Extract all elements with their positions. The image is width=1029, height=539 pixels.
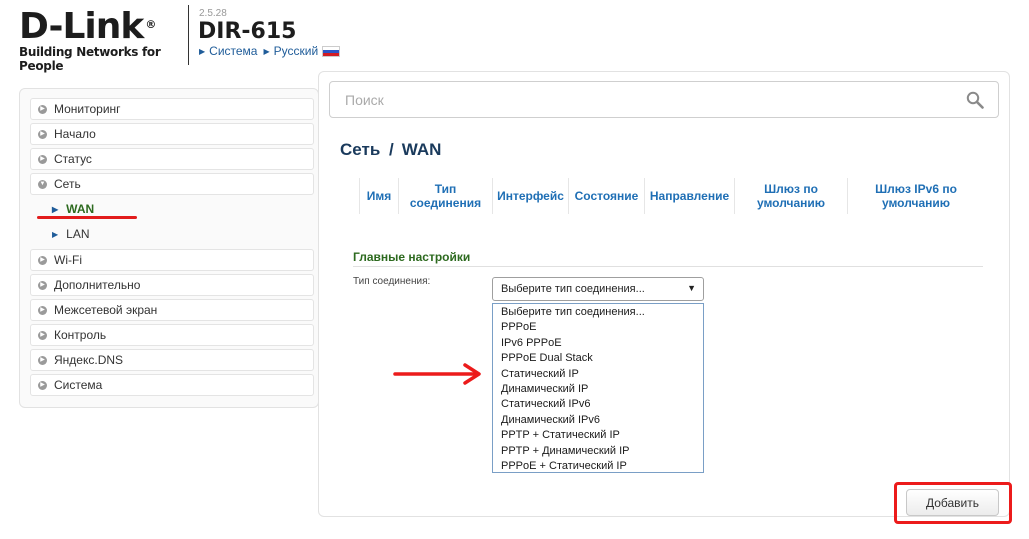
option-static-ipv6[interactable]: Статический IPv6 [493, 397, 703, 412]
sidebar-item-label: Система [54, 378, 103, 392]
brand-text: D-Link [19, 6, 144, 47]
annotation-underline [37, 216, 137, 219]
chevron-right-icon: ▶ [38, 129, 47, 139]
sidebar-item-yandex-dns[interactable]: ▶ Яндекс.DNS [30, 349, 314, 371]
chevron-right-icon: ▶ [38, 104, 47, 114]
option-dynamic-ipv6[interactable]: Динамический IPv6 [493, 413, 703, 428]
chevron-right-icon: ▶ [38, 305, 47, 315]
annotation-highlight-box [894, 482, 1012, 524]
sidebar-item-wifi[interactable]: ▶ Wi-Fi [30, 249, 314, 271]
search-input[interactable]: Поиск [329, 81, 999, 118]
sidebar-item-label: Wi-Fi [54, 253, 82, 267]
option-pppoe[interactable]: PPPoE [493, 320, 703, 335]
sidebar-item-status[interactable]: ▶ Статус [30, 148, 314, 170]
registered-mark: ® [145, 18, 156, 31]
sidebar-item-label: LAN [66, 227, 90, 241]
column-header-ipv6-gateway[interactable]: Шлюз IPv6 по умолчанию [847, 178, 984, 214]
chevron-right-icon: ▶ [38, 355, 47, 365]
system-link[interactable]: Система [209, 44, 257, 58]
chevron-right-icon: ▶ [38, 330, 47, 340]
header-links: ▶ Система ▶ Русский [199, 44, 341, 58]
connection-type-options: Выберите тип соединения... PPPoE IPv6 PP… [492, 303, 704, 473]
triangle-right-icon: ▶ [263, 46, 270, 56]
triangle-right-icon: ▶ [52, 229, 59, 239]
brand-tagline: Building Networks for People [19, 45, 161, 73]
connection-type-selected: Выберите тип соединения... [501, 283, 645, 295]
column-header-connection-type[interactable]: Тип соединения [398, 178, 492, 214]
sidebar-item-label: Мониторинг [54, 102, 121, 116]
sidebar-item-label: Дополнительно [54, 278, 141, 292]
sidebar-item-label: WAN [66, 202, 95, 216]
connection-type-select[interactable]: Выберите тип соединения... ▼ [492, 277, 704, 301]
connection-type-label: Тип соединения: [353, 276, 431, 287]
main-panel: Поиск Сеть / WAN Имя Тип соединения Интер… [318, 71, 1010, 517]
chevron-right-icon: ▶ [38, 154, 47, 164]
chevron-down-icon: ▼ [38, 179, 47, 189]
brand-name: D-Link ® [19, 6, 156, 47]
sidebar-item-lan[interactable]: ▶ LAN [30, 223, 314, 245]
wan-table-header: Имя Тип соединения Интерфейс Состояние Н… [359, 178, 984, 214]
sidebar-item-advanced[interactable]: ▶ Дополнительно [30, 274, 314, 296]
chevron-right-icon: ▶ [38, 380, 47, 390]
option-placeholder[interactable]: Выберите тип соединения... [493, 305, 703, 320]
column-header-direction[interactable]: Направление [644, 178, 734, 214]
page-title-section: Сеть [340, 140, 381, 159]
option-pptp-static-ip[interactable]: PPTP + Статический IP [493, 428, 703, 443]
caret-down-icon: ▼ [687, 283, 696, 293]
option-pppoe-static-ip[interactable]: PPPoE + Статический IP [493, 459, 703, 474]
sidebar-item-label: Контроль [54, 328, 107, 342]
sidebar-item-monitoring[interactable]: ▶ Мониторинг [30, 98, 314, 120]
section-title: Главные настройки [353, 250, 471, 264]
chevron-right-icon: ▶ [38, 280, 47, 290]
sidebar-item-label: Яндекс.DNS [54, 353, 124, 367]
russian-flag-icon[interactable] [322, 45, 341, 57]
sidebar-item-label: Сеть [54, 177, 81, 191]
page-title-page: WAN [401, 140, 442, 159]
title-separator: / [384, 140, 394, 159]
sidebar-item-network[interactable]: ▼ Сеть [30, 173, 314, 195]
sidebar-item-label: Начало [54, 127, 96, 141]
option-pppoe-dual-stack[interactable]: PPPoE Dual Stack [493, 351, 703, 366]
column-header-default-gateway[interactable]: Шлюз по умолчанию [734, 178, 847, 214]
sidebar-item-system[interactable]: ▶ Система [30, 374, 314, 396]
sidebar-item-label: Статус [54, 152, 92, 166]
device-model: DIR-615 [198, 19, 297, 44]
column-header-interface[interactable]: Интерфейс [492, 178, 568, 214]
option-ipv6-pppoe[interactable]: IPv6 PPPoE [493, 336, 703, 351]
section-divider [353, 266, 983, 267]
option-pptp-dynamic-ip[interactable]: PPTP + Динамический IP [493, 444, 703, 459]
chevron-right-icon: ▶ [38, 255, 47, 265]
sidebar-item-start[interactable]: ▶ Начало [30, 123, 314, 145]
sidebar-item-label: Межсетевой экран [54, 303, 158, 317]
column-header-state[interactable]: Состояние [568, 178, 644, 214]
firmware-version: 2.5.28 [199, 8, 227, 19]
sidebar-menu: ▶ Мониторинг ▶ Начало ▶ Статус ▼ Сеть ▶ … [19, 88, 319, 408]
dlink-logo: D-Link ® Building Networks for People [19, 6, 179, 74]
annotation-arrow-icon [393, 363, 481, 385]
option-dynamic-ip[interactable]: Динамический IP [493, 382, 703, 397]
sidebar-item-firewall[interactable]: ▶ Межсетевой экран [30, 299, 314, 321]
triangle-right-icon: ▶ [52, 204, 59, 214]
header-divider [188, 5, 189, 65]
language-link[interactable]: Русский [274, 44, 319, 58]
sidebar-item-control[interactable]: ▶ Контроль [30, 324, 314, 346]
search-placeholder: Поиск [345, 91, 384, 108]
option-static-ip[interactable]: Статический IP [493, 367, 703, 382]
search-icon[interactable] [966, 91, 984, 109]
column-header-name[interactable]: Имя [359, 178, 398, 214]
page-title: Сеть / WAN [340, 140, 441, 160]
triangle-right-icon: ▶ [199, 46, 206, 56]
